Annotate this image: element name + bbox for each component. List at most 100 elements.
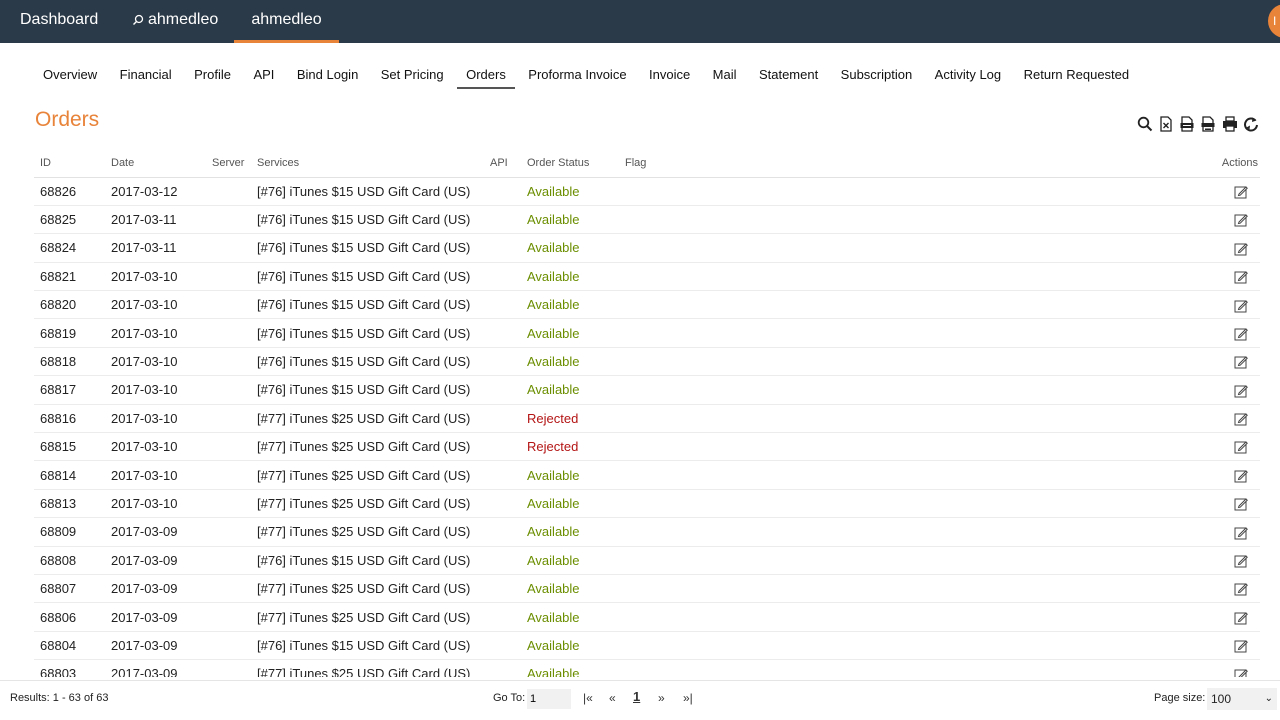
cell-api (490, 404, 527, 434)
next-page-button[interactable]: » (658, 691, 665, 705)
table-row[interactable]: 68816 2017-03-10 [#77] iTunes $25 USD Gift… (34, 404, 1260, 434)
cell-flag (625, 489, 1185, 519)
tab-user-active[interactable]: ahmedleo (234, 0, 339, 43)
print-icon[interactable] (1221, 115, 1239, 133)
cell-actions (1185, 631, 1260, 661)
edit-icon[interactable] (1234, 611, 1248, 625)
edit-icon[interactable] (1234, 412, 1248, 426)
refresh-icon[interactable] (1242, 115, 1260, 133)
col-header-order-status[interactable]: Order Status (527, 150, 625, 178)
table-row[interactable]: 68806 2017-03-09 [#77] iTunes $25 USD Gift… (34, 602, 1260, 632)
table-row[interactable]: 68820 2017-03-10 [#76] iTunes $15 USD Gift… (34, 290, 1260, 320)
cell-service: [#76] iTunes $15 USD Gift Card (US) (257, 262, 490, 292)
table-row[interactable]: 68821 2017-03-10 [#76] iTunes $15 USD Gift… (34, 262, 1260, 292)
table-row[interactable]: 68826 2017-03-12 [#76] iTunes $15 USD Gift… (34, 177, 1260, 206)
avatar[interactable]: I (1268, 4, 1280, 38)
subnav-item-activity-log[interactable]: Activity Log (926, 62, 1010, 89)
col-header-server[interactable]: Server (212, 150, 257, 178)
subnav-item-bind-login[interactable]: Bind Login (288, 62, 367, 89)
edit-icon[interactable] (1234, 327, 1248, 341)
cell-service: [#77] iTunes $25 USD Gift Card (US) (257, 517, 490, 547)
table-row[interactable]: 68803 2017-03-09 [#77] iTunes $25 USD Gift… (34, 659, 1260, 677)
col-header-services[interactable]: Services (257, 150, 490, 178)
edit-icon[interactable] (1234, 213, 1248, 227)
edit-icon[interactable] (1234, 299, 1248, 313)
col-header-flag[interactable]: Flag (625, 150, 1185, 178)
results-summary: Results: 1 - 63 of 63 (10, 692, 109, 704)
cell-id: 68824 (34, 233, 111, 263)
cell-order-status: Available (527, 177, 625, 206)
table-row[interactable]: 68815 2017-03-10 [#77] iTunes $25 USD Gift… (34, 432, 1260, 462)
orders-table-container[interactable]: ID Date Server Services API Order Status… (34, 150, 1262, 677)
edit-icon[interactable] (1234, 185, 1248, 199)
table-row[interactable]: 68804 2017-03-09 [#76] iTunes $15 USD Gift… (34, 631, 1260, 661)
cell-actions (1185, 602, 1260, 632)
col-header-id[interactable]: ID (34, 150, 111, 178)
edit-icon[interactable] (1234, 440, 1248, 454)
subnav-item-return-requested[interactable]: Return Requested (1015, 62, 1139, 89)
table-row[interactable]: 68817 2017-03-10 [#76] iTunes $15 USD Gift… (34, 375, 1260, 405)
page-size-select[interactable]: 100 ⌄ (1207, 688, 1277, 710)
subnav-item-mail[interactable]: Mail (704, 62, 746, 89)
first-page-button[interactable]: |« (583, 691, 593, 705)
subnav-item-orders[interactable]: Orders (457, 62, 515, 89)
cell-api (490, 659, 527, 677)
csv-export-icon[interactable] (1178, 115, 1196, 133)
goto-page-input[interactable] (527, 689, 571, 709)
edit-icon[interactable] (1234, 270, 1248, 284)
cell-service: [#76] iTunes $15 USD Gift Card (US) (257, 347, 490, 377)
edit-icon[interactable] (1234, 384, 1248, 398)
cell-server (212, 631, 257, 661)
table-row[interactable]: 68813 2017-03-10 [#77] iTunes $25 USD Gift… (34, 489, 1260, 519)
edit-icon[interactable] (1234, 582, 1248, 596)
col-header-api[interactable]: API (490, 150, 527, 178)
subnav-item-profile[interactable]: Profile (185, 62, 240, 89)
excel-export-icon[interactable] (1157, 115, 1175, 133)
page-size-value: 100 (1211, 692, 1232, 706)
cell-id: 68819 (34, 318, 111, 348)
table-row[interactable]: 68807 2017-03-09 [#77] iTunes $25 USD Gift… (34, 574, 1260, 604)
subnav-item-subscription[interactable]: Subscription (832, 62, 922, 89)
subnav-item-api[interactable]: API (244, 62, 283, 89)
tab-dashboard[interactable]: Dashboard (20, 0, 98, 43)
cell-api (490, 375, 527, 405)
table-row[interactable]: 68825 2017-03-11 [#76] iTunes $15 USD Gift… (34, 205, 1260, 235)
cell-order-status: Available (527, 546, 625, 575)
edit-icon[interactable] (1234, 469, 1248, 483)
cell-actions (1185, 290, 1260, 320)
tab-user-search[interactable]: ahmedleo (132, 0, 218, 43)
table-row[interactable]: 68814 2017-03-10 [#77] iTunes $25 USD Gift… (34, 460, 1260, 490)
cell-server (212, 404, 257, 434)
table-row[interactable]: 68824 2017-03-11 [#76] iTunes $15 USD Gift… (34, 233, 1260, 263)
edit-icon[interactable] (1234, 242, 1248, 256)
current-page-link[interactable]: 1 (633, 689, 640, 704)
cell-service: [#76] iTunes $15 USD Gift Card (US) (257, 290, 490, 320)
search-icon[interactable] (1136, 115, 1154, 133)
edit-icon[interactable] (1234, 554, 1248, 568)
cell-id: 68825 (34, 205, 111, 235)
edit-icon[interactable] (1234, 497, 1248, 511)
table-row[interactable]: 68808 2017-03-09 [#76] iTunes $15 USD Gift… (34, 546, 1260, 575)
subnav-item-overview[interactable]: Overview (34, 62, 106, 89)
cell-order-status: Available (527, 659, 625, 677)
subnav-item-financial[interactable]: Financial (111, 62, 181, 89)
table-row[interactable]: 68809 2017-03-09 [#77] iTunes $25 USD Gift… (34, 517, 1260, 547)
last-page-button[interactable]: »| (683, 691, 693, 705)
prev-page-button[interactable]: « (609, 691, 616, 705)
cell-api (490, 517, 527, 547)
subnav-item-set-pricing[interactable]: Set Pricing (372, 62, 453, 89)
cell-actions (1185, 347, 1260, 377)
edit-icon[interactable] (1234, 668, 1248, 677)
table-row[interactable]: 68818 2017-03-10 [#76] iTunes $15 USD Gift… (34, 347, 1260, 377)
subnav-item-invoice[interactable]: Invoice (640, 62, 699, 89)
pdf-export-icon[interactable] (1199, 115, 1217, 133)
edit-icon[interactable] (1234, 639, 1248, 653)
subnav-item-statement[interactable]: Statement (750, 62, 827, 89)
cell-server (212, 290, 257, 320)
table-row[interactable]: 68819 2017-03-10 [#76] iTunes $15 USD Gift… (34, 318, 1260, 348)
edit-icon[interactable] (1234, 355, 1248, 369)
edit-icon[interactable] (1234, 526, 1248, 540)
cell-server (212, 318, 257, 348)
col-header-date[interactable]: Date (111, 150, 212, 178)
subnav-item-proforma-invoice[interactable]: Proforma Invoice (519, 62, 635, 89)
